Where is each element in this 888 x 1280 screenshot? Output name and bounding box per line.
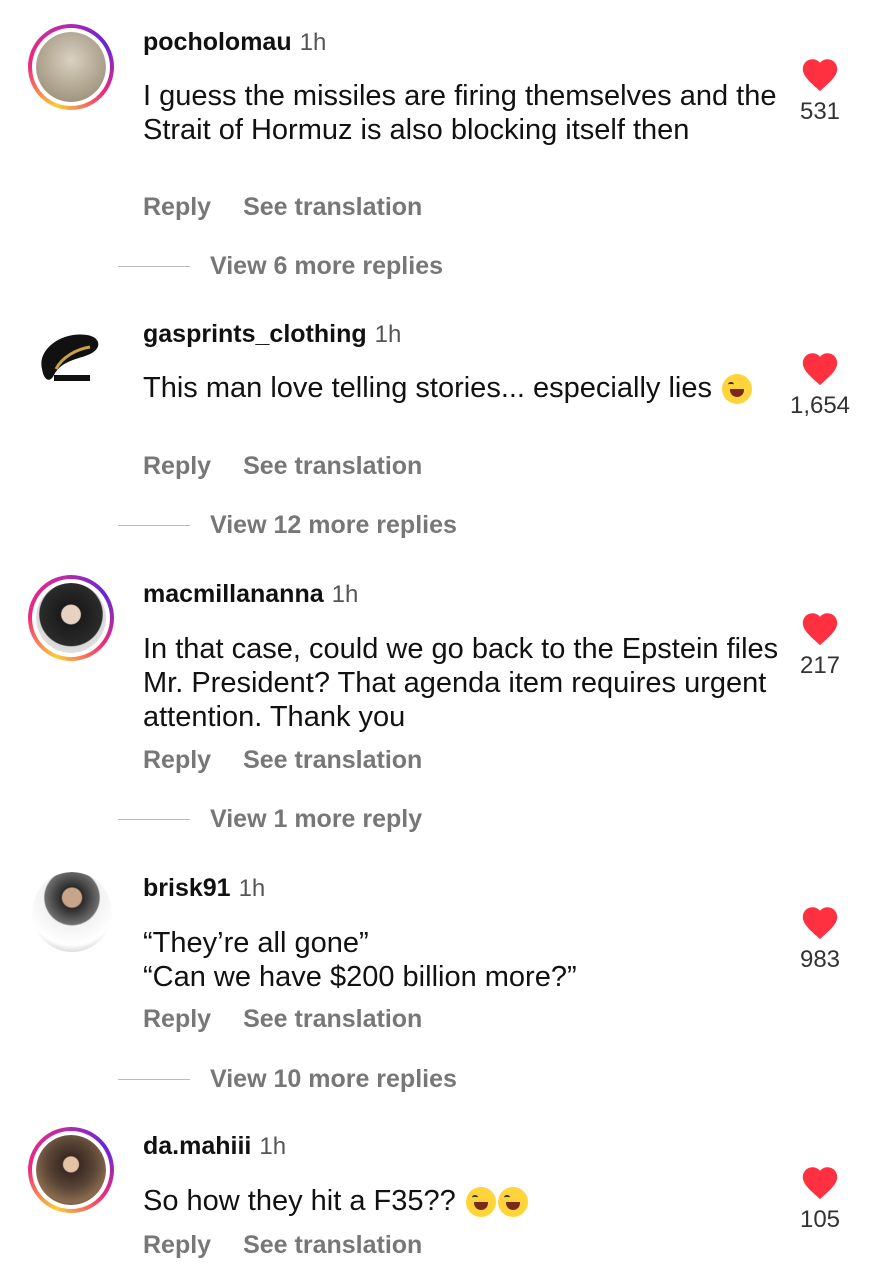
view-more-replies-label: View 10 more replies <box>210 1065 457 1093</box>
see-translation-button[interactable]: See translation <box>243 452 422 480</box>
like-button[interactable]: 217 <box>790 610 850 680</box>
timestamp: 1h <box>259 1133 287 1160</box>
view-more-replies-label: View 6 more replies <box>210 252 443 280</box>
view-more-replies-label: View 12 more replies <box>210 511 457 539</box>
avatar[interactable] <box>28 315 114 401</box>
like-button[interactable]: 105 <box>790 1164 850 1234</box>
brand-logo-icon <box>41 334 99 381</box>
comment-text: In that case, could we go back to the Ep… <box>143 633 779 733</box>
comment-text: This man love telling stories... especia… <box>143 371 773 405</box>
view-more-replies[interactable]: View 12 more replies <box>118 511 457 540</box>
like-count: 217 <box>799 652 841 679</box>
comment-text: So how they hit a F35?? <box>143 1184 783 1218</box>
comment-text-line: “They’re all gone” <box>143 927 369 959</box>
heart-icon <box>802 1167 838 1200</box>
heart-icon <box>802 353 838 386</box>
divider <box>118 1078 190 1081</box>
view-more-replies[interactable]: View 10 more replies <box>118 1065 457 1094</box>
divider <box>118 818 190 821</box>
like-button[interactable]: 983 <box>790 904 850 974</box>
reply-button[interactable]: Reply <box>143 1231 211 1259</box>
comment-text-content: So how they hit a F35?? <box>143 1185 456 1217</box>
timestamp: 1h <box>331 581 359 608</box>
laughing-emoji-icon <box>722 374 753 405</box>
comment-text: “They’re all gone” “Can we have $200 bil… <box>143 926 783 994</box>
like-count: 531 <box>799 98 841 125</box>
like-button[interactable]: 531 <box>790 56 850 126</box>
view-more-replies[interactable]: View 6 more replies <box>118 252 443 281</box>
see-translation-button[interactable]: See translation <box>243 1231 422 1259</box>
like-count: 983 <box>799 946 841 973</box>
timestamp: 1h <box>238 875 266 902</box>
reply-button[interactable]: Reply <box>143 746 211 774</box>
view-more-replies[interactable]: View 1 more reply <box>118 805 422 834</box>
like-count: 105 <box>799 1206 841 1233</box>
view-more-replies-label: View 1 more reply <box>210 805 423 833</box>
heart-icon <box>802 59 838 92</box>
avatar[interactable] <box>28 1127 114 1213</box>
reply-button[interactable]: Reply <box>143 452 211 480</box>
reply-button[interactable]: Reply <box>143 193 211 221</box>
timestamp: 1h <box>299 29 327 56</box>
see-translation-button[interactable]: See translation <box>243 193 422 221</box>
divider <box>118 524 190 527</box>
divider <box>118 265 190 268</box>
laughing-emoji-icon <box>497 1187 528 1218</box>
avatar[interactable] <box>28 24 114 110</box>
comment-text-content: This man love telling stories... especia… <box>143 372 712 404</box>
see-translation-button[interactable]: See translation <box>243 746 422 774</box>
username[interactable]: macmillananna 1h <box>143 580 358 609</box>
heart-icon <box>802 613 838 646</box>
like-button[interactable]: 1,654 <box>780 350 860 420</box>
like-count: 1,654 <box>789 392 851 419</box>
avatar[interactable] <box>32 872 112 952</box>
comment-text-line: “Can we have $200 billion more?” <box>143 961 577 993</box>
reply-button[interactable]: Reply <box>143 1005 211 1033</box>
see-translation-button[interactable]: See translation <box>243 1005 422 1033</box>
username[interactable]: pocholomau 1h <box>143 28 326 57</box>
username[interactable]: da.mahiii 1h <box>143 1132 286 1161</box>
comment-text: I guess the missiles are firing themselv… <box>143 80 777 146</box>
username[interactable]: brisk91 1h <box>143 874 265 903</box>
heart-icon <box>802 907 838 940</box>
timestamp: 1h <box>374 321 402 348</box>
username[interactable]: gasprints_clothing 1h <box>143 320 401 349</box>
laughing-emoji-icon <box>465 1187 496 1218</box>
avatar[interactable] <box>28 575 114 661</box>
